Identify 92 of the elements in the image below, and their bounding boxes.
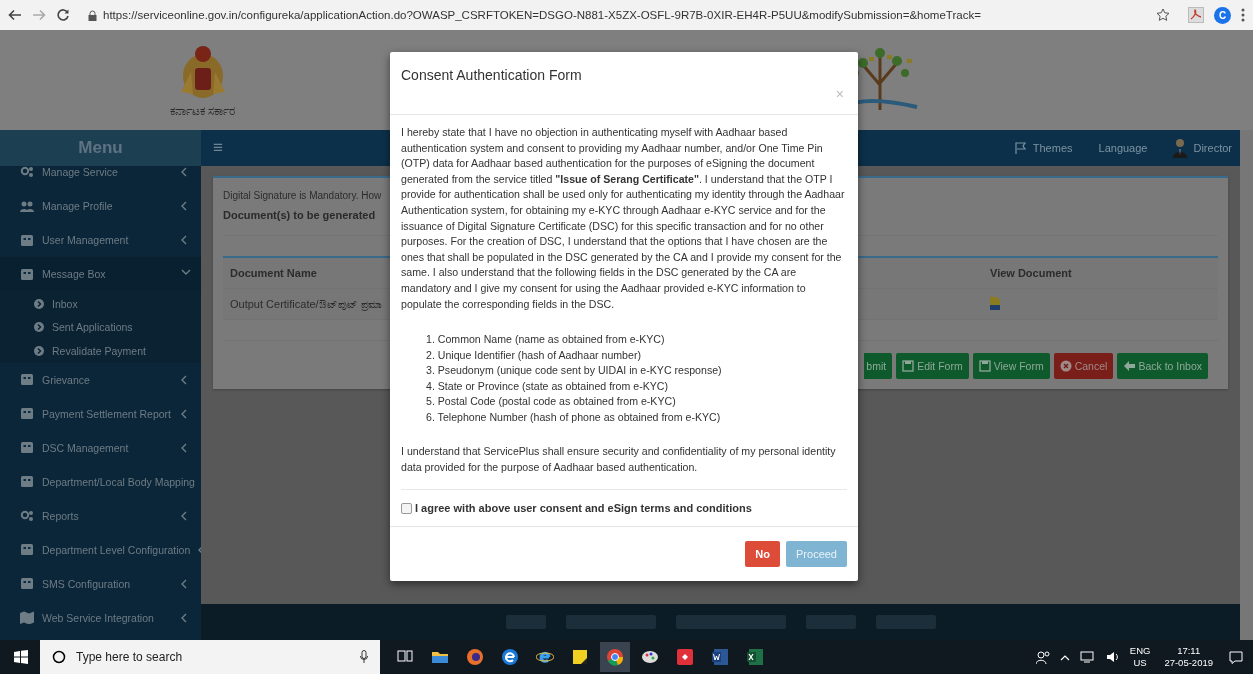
network-icon[interactable] — [1079, 651, 1096, 663]
document-icon[interactable] — [990, 296, 1000, 310]
diamond-app-icon[interactable] — [676, 648, 694, 666]
list-item: 4. State or Province (state as obtained from e-KYC) — [426, 378, 669, 394]
star-icon[interactable] — [1156, 8, 1170, 22]
submenu-item[interactable]: Revalidate Payment — [18, 339, 201, 363]
nav-link[interactable]: Themes — [1014, 142, 1073, 154]
back-icon[interactable] — [8, 8, 22, 22]
user-avatar-icon — [1173, 138, 1188, 158]
close-button[interactable]: × — [831, 86, 848, 102]
input-language[interactable]: ENG — [1129, 645, 1151, 657]
windows-start-icon[interactable] — [14, 650, 28, 664]
action-button[interactable]: bmit — [864, 353, 893, 379]
scrollbar[interactable] — [1240, 130, 1253, 640]
no-button[interactable]: No — [745, 541, 780, 568]
sidebar-item[interactable]: SMS Configuration — [0, 566, 201, 601]
menu-heading: Menu — [0, 130, 201, 166]
list-item: 6. Telephone Number (hash of phone as obtained from e-KYC) — [426, 409, 722, 425]
action-button[interactable]: Back to Inbox — [1117, 353, 1208, 379]
consent-paragraph: I understand that ServicePlus shall ensure security and confidentiality of my personal identity data provided for the purpose of Aadhaar based authentication. — [401, 444, 837, 475]
sticky-note-icon[interactable] — [571, 648, 589, 666]
sidebar-item[interactable]: DSC Management — [0, 430, 201, 465]
clock-date[interactable]: 27-05-2019 — [1164, 657, 1213, 669]
submenu-item[interactable]: Sent Applications — [18, 315, 201, 339]
action-button[interactable]: Cancel — [1053, 353, 1114, 379]
clock-time[interactable]: 17:11 — [1177, 645, 1201, 657]
e-browser-icon[interactable] — [501, 648, 519, 666]
lock-icon — [88, 9, 97, 21]
taskbar-search-field[interactable]: Type here to search — [40, 640, 380, 674]
save-icon — [902, 360, 915, 372]
speaker-icon[interactable] — [1105, 651, 1120, 663]
users-icon — [20, 199, 34, 213]
notice-text: Digital Signature is Mandatory. How — [223, 190, 382, 201]
tile-icon — [20, 543, 34, 556]
map-icon — [20, 611, 34, 624]
column-header: Document Name — [230, 267, 317, 279]
nav-link[interactable]: Language — [1098, 142, 1148, 154]
list-item: 3. Pseudonym (unique code sent by UIDAI in e-KYC response) — [426, 363, 723, 379]
sidebar-item[interactable]: Payment Settlement Report — [0, 396, 201, 431]
sidebar-item[interactable]: Grievance — [0, 362, 201, 397]
tile-icon — [20, 373, 34, 386]
sidebar-item[interactable]: Manage Profile — [0, 189, 201, 223]
dialog-title: Consent Authentication Form — [401, 66, 582, 85]
tile-icon — [20, 441, 34, 454]
chevron-up-icon[interactable] — [1059, 653, 1070, 661]
gears-icon — [20, 509, 34, 522]
circle-chevron-icon — [34, 298, 44, 309]
sidebar-item[interactable]: Web Service Integration — [0, 600, 201, 635]
spreadsheet-icon[interactable] — [746, 648, 764, 666]
tile-icon — [20, 407, 34, 420]
tile-icon — [20, 233, 34, 247]
agree-label: I agree with above user consent and eSign terms and conditions — [415, 502, 752, 515]
tile-icon — [20, 475, 34, 488]
action-button[interactable]: View Form — [972, 353, 1050, 379]
sidebar-item[interactable]: Reports — [0, 498, 201, 533]
more-menu-icon[interactable] — [1241, 8, 1245, 22]
sidebar-item[interactable]: User Management — [0, 223, 201, 257]
sidebar-item[interactable]: Message Box — [0, 257, 201, 291]
flag-icon — [1014, 142, 1027, 154]
sidebar-item[interactable]: Department Level Configuration — [0, 532, 201, 567]
tile-icon — [20, 577, 34, 590]
profile-avatar[interactable]: C — [1214, 6, 1231, 24]
microphone-icon — [360, 650, 368, 663]
menu-toggle[interactable]: ≡ — [213, 138, 223, 158]
column-header: View Document — [990, 267, 1072, 279]
url-text: https://serviceonline.gov.in/configureka/applicationAction.do?OWASP_CSRFTOKEN=DSGO-N881-X5ZX-OSFL-9R7B-0XIR-EH4R-P5UU&modifySubmission=&homeTrack= — [103, 9, 982, 21]
circle-chevron-icon — [34, 345, 44, 356]
search-icon — [52, 650, 66, 664]
table-cell: Output Certificate/ಔಟ್‌ಪುಟ್ ಪ್ರಮಾ — [230, 297, 382, 310]
gears-icon — [20, 165, 34, 178]
input-region[interactable]: US — [1133, 657, 1147, 669]
tile-icon — [20, 267, 34, 281]
submenu-item[interactable]: Inbox — [18, 292, 201, 316]
circle-chevron-icon — [34, 322, 44, 333]
arrow-left-icon — [1123, 360, 1136, 372]
list-item: 2. Unique Identifier (hash of Aadhaar number) — [426, 347, 642, 363]
reload-icon[interactable] — [56, 8, 70, 22]
save-icon — [978, 360, 991, 372]
sidebar-item[interactable]: Manage Service — [0, 166, 201, 189]
nav-link[interactable]: Director — [1173, 138, 1232, 158]
action-button[interactable]: Edit Form — [896, 353, 969, 379]
sidebar-item[interactable]: Department/Local Body Mapping — [0, 464, 201, 499]
list-item: 5. Postal Code (postal code as obtained from e-KYC) — [426, 394, 677, 410]
agree-checkbox[interactable] — [401, 502, 412, 514]
paint-palette-icon[interactable] — [641, 648, 659, 666]
people-icon[interactable] — [1035, 650, 1050, 664]
government-caption: ಕರ್ನಾಟಕ ಸರ್ಕಾರ — [170, 104, 236, 118]
word-document-icon[interactable] — [711, 648, 729, 666]
list-item: 1. Common Name (name as obtained from e-KYC) — [426, 332, 666, 348]
cancel-icon — [1059, 360, 1072, 372]
pdf-extension-icon[interactable] — [1188, 7, 1204, 23]
notifications-icon[interactable] — [1229, 650, 1243, 664]
